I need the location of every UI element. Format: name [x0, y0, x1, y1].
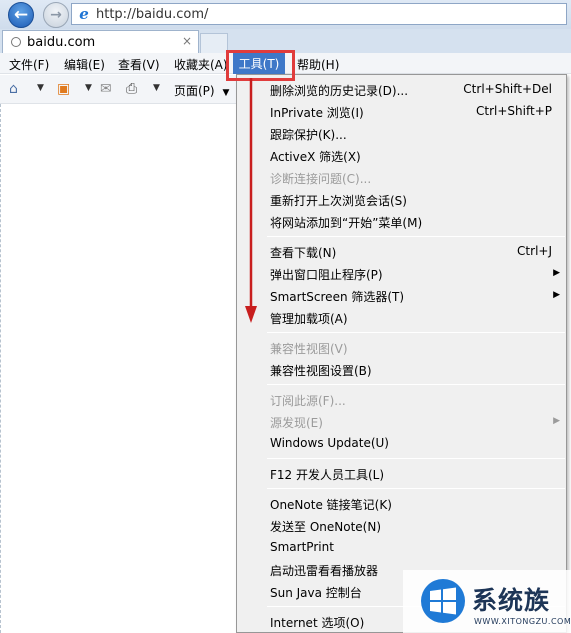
menu-item-label: 管理加载项(A) [270, 312, 348, 326]
menu-item-label: 兼容性视图设置(B) [270, 364, 372, 378]
menu-separator [267, 458, 565, 459]
menu-view[interactable]: 查看(V) [118, 56, 160, 73]
menu-item-tracking-protection[interactable]: 跟踪保护(K)... [237, 123, 568, 143]
menu-item-label: 查看下载(N) [270, 246, 337, 260]
menu-item-diagnose: 诊断连接问题(C)... [237, 167, 568, 187]
menu-item-windows-update[interactable]: Windows Update(U) [237, 433, 568, 453]
menu-item-label: SmartScreen 筛选器(T) [270, 290, 405, 304]
menu-item-label: ActiveX 筛选(X) [270, 150, 361, 164]
menu-item-delete-history[interactable]: 删除浏览的历史记录(D)... Ctrl+Shift+Del [237, 79, 568, 99]
ie-logo-icon: e [79, 5, 89, 23]
navigation-bar: ← → e http://baidu.com/ [0, 0, 571, 29]
new-tab-button[interactable] [200, 33, 228, 53]
menu-item-label: 将网站添加到“开始”菜单(M) [270, 216, 423, 230]
command-bar: ⌂ ▼ ▣ ▼ ✉ ⎙ ▼ 页面(P) ▼ [0, 75, 236, 104]
menu-item-label: 跟踪保护(K)... [270, 128, 347, 142]
address-url[interactable]: http://baidu.com/ [96, 7, 208, 22]
annotation-arrow-icon [245, 78, 257, 323]
windows-logo-icon [421, 579, 465, 623]
page-menu[interactable]: 页面(P) ▼ [174, 82, 229, 99]
menu-item-subscribe-feed: 订阅此源(F)... [237, 389, 568, 409]
watermark-url: WWW.XITONGZU.COM [474, 617, 571, 626]
menu-item-view-downloads[interactable]: 查看下载(N) Ctrl+J [237, 241, 568, 261]
menu-separator [267, 332, 565, 333]
menu-item-label: 重新打开上次浏览会话(S) [270, 194, 407, 208]
menu-item-shortcut: Ctrl+Shift+P [476, 104, 552, 118]
page-dropdown-icon: ▼ [222, 88, 230, 98]
tab-baidu[interactable]: baidu.com × [2, 30, 199, 53]
print-dropdown-icon[interactable]: ▼ [153, 83, 160, 93]
loading-icon [11, 37, 21, 47]
close-tab-icon[interactable]: × [182, 34, 192, 48]
menu-item-feed-discovery: 源发现(E) ▶ [237, 411, 568, 431]
menu-item-send-to-onenote[interactable]: 发送至 OneNote(N) [237, 515, 568, 535]
menu-item-label: 发送至 OneNote(N) [270, 520, 381, 534]
menu-item-label: Internet 选项(O) [270, 616, 365, 630]
menu-item-shortcut: Ctrl+J [517, 244, 552, 258]
menu-item-label: InPrivate 浏览(I) [270, 106, 364, 120]
menu-separator [267, 384, 565, 385]
home-icon[interactable]: ⌂ [9, 81, 18, 97]
home-dropdown-icon[interactable]: ▼ [37, 83, 44, 93]
menu-item-manage-addons[interactable]: 管理加载项(A) [237, 307, 568, 327]
feeds-dropdown-icon[interactable]: ▼ [85, 83, 92, 93]
menu-item-onenote-linked[interactable]: OneNote 链接笔记(K) [237, 493, 568, 513]
tools-dropdown-menu: 删除浏览的历史记录(D)... Ctrl+Shift+Del InPrivate… [236, 74, 567, 633]
menu-item-compat-settings[interactable]: 兼容性视图设置(B) [237, 359, 568, 379]
menu-item-reopen-session[interactable]: 重新打开上次浏览会话(S) [237, 189, 568, 209]
menu-help[interactable]: 帮助(H) [297, 56, 339, 73]
forward-button[interactable]: → [43, 2, 69, 28]
menu-item-label: 订阅此源(F)... [270, 394, 346, 408]
submenu-arrow-icon: ▶ [553, 290, 560, 300]
menu-item-label: 删除浏览的历史记录(D)... [270, 84, 409, 98]
menu-item-activex-filter[interactable]: ActiveX 筛选(X) [237, 145, 568, 165]
menu-item-label: OneNote 链接笔记(K) [270, 498, 392, 512]
site-watermark: 系统族 WWW.XITONGZU.COM [403, 570, 571, 633]
forward-arrow-icon: → [50, 7, 62, 23]
menu-item-label: 兼容性视图(V) [270, 342, 348, 356]
menu-item-compat-view: 兼容性视图(V) [237, 337, 568, 357]
menu-item-label: Sun Java 控制台 [270, 586, 362, 600]
menu-separator [267, 236, 565, 237]
print-icon[interactable]: ⎙ [126, 81, 137, 97]
menu-item-inprivate[interactable]: InPrivate 浏览(I) Ctrl+Shift+P [237, 101, 568, 121]
menu-item-label: 弹出窗口阻止程序(P) [270, 268, 383, 282]
menu-item-popup-blocker[interactable]: 弹出窗口阻止程序(P) ▶ [237, 263, 568, 283]
menu-file[interactable]: 文件(F) [9, 56, 49, 73]
menu-item-label: SmartPrint [270, 540, 334, 554]
menu-item-label: 启动迅雷看看播放器 [270, 564, 379, 578]
menu-item-add-to-start[interactable]: 将网站添加到“开始”菜单(M) [237, 211, 568, 231]
page-menu-label: 页面(P) [174, 84, 215, 98]
submenu-arrow-icon: ▶ [553, 268, 560, 278]
menu-item-smartscreen[interactable]: SmartScreen 筛选器(T) ▶ [237, 285, 568, 305]
address-bar[interactable]: e http://baidu.com/ [71, 3, 567, 25]
menu-item-label: F12 开发人员工具(L) [270, 468, 385, 482]
menu-item-label: 诊断连接问题(C)... [270, 172, 372, 186]
annotation-highlight-box [226, 50, 295, 81]
menu-item-label: 源发现(E) [270, 416, 323, 430]
watermark-name: 系统族 [472, 586, 551, 615]
menu-edit[interactable]: 编辑(E) [64, 56, 105, 73]
submenu-arrow-icon: ▶ [553, 416, 560, 426]
back-arrow-icon: ← [13, 5, 29, 25]
tab-title: baidu.com [27, 34, 96, 50]
back-button[interactable]: ← [8, 2, 34, 28]
menu-item-shortcut: Ctrl+Shift+Del [463, 82, 552, 96]
mail-icon[interactable]: ✉ [100, 81, 112, 97]
menu-item-f12-devtools[interactable]: F12 开发人员工具(L) [237, 463, 568, 483]
menu-item-label: Windows Update(U) [270, 436, 389, 450]
feeds-icon[interactable]: ▣ [57, 81, 70, 97]
menu-favorites[interactable]: 收藏夹(A) [174, 56, 228, 73]
menu-item-smartprint[interactable]: SmartPrint [237, 537, 568, 557]
menu-separator [267, 488, 565, 489]
